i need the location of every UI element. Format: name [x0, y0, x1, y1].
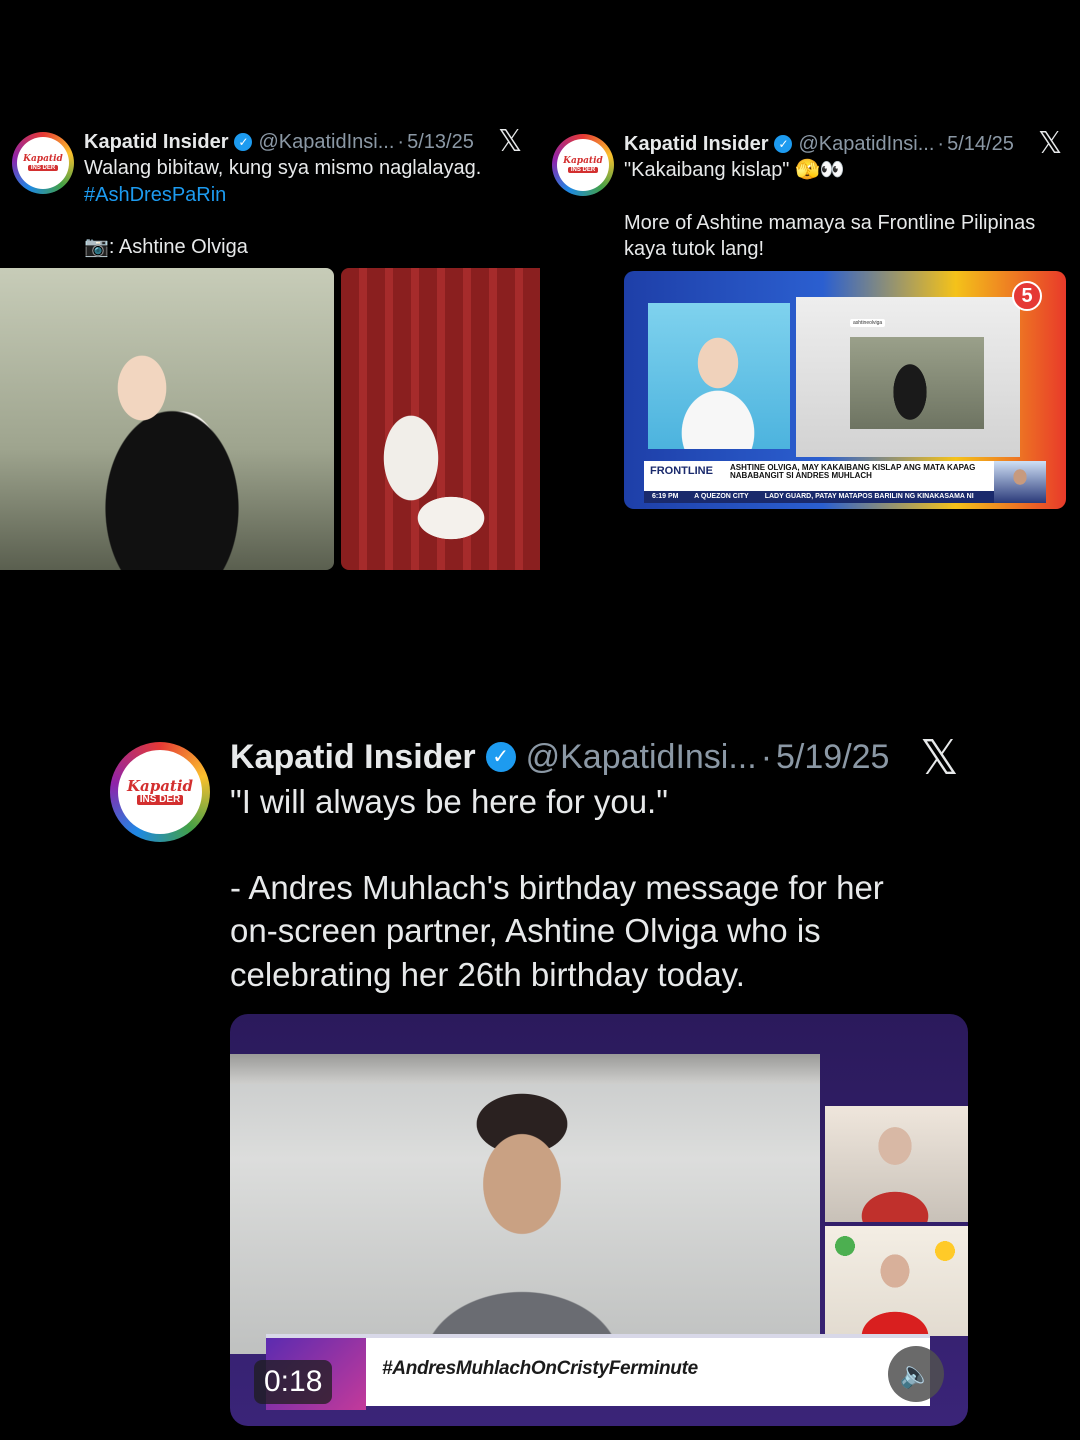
video-ceiling [230, 1054, 820, 1084]
news-headline: ASHTINE OLVIGA, MAY KAKAIBANG KISLAP ANG… [730, 463, 976, 481]
instagram-post-frame: ashtineolviga [796, 297, 1020, 457]
video-player[interactable]: #AndresMuhlachOnCristyFerminute 0:18 🔈 [230, 1014, 968, 1426]
author-name[interactable]: Kapatid Insider [84, 131, 228, 154]
ticker-item: LADY GUARD, PATAY MATAPOS BARILIN NG KIN… [764, 493, 974, 500]
channel-logo: 5 [1012, 281, 1042, 311]
tweet-date[interactable]: 5/19/25 [776, 738, 889, 777]
separator: · [760, 737, 773, 776]
instagram-handle: ashtineolviga [850, 319, 886, 327]
photo-1[interactable] [0, 268, 334, 570]
tweet-quote: "I will always be here for you." [230, 783, 668, 820]
video-main-feed [230, 1054, 820, 1354]
tweet-date[interactable]: 5/14/25 [947, 133, 1014, 156]
tweet-text: "I will always be here for you." - Andre… [230, 780, 1010, 996]
avatar[interactable]: Kapatid INS DER [12, 132, 74, 194]
separator: · [937, 132, 945, 155]
tweet-3[interactable]: Kapatid INS DER Kapatid Insider ✓ @Kapat… [0, 700, 1080, 1440]
video-side-feed-1 [825, 1106, 968, 1222]
video-timestamp: 0:18 [254, 1360, 333, 1404]
news-ticker: FRONTLINE ASHTINE OLVIGA, MAY KAKAIBANG … [644, 461, 1046, 503]
tweet-header: Kapatid Insider ✓ @KapatidInsi... · 5/13… [84, 128, 474, 156]
tweet-text-line: kaya tutok lang! [624, 238, 765, 261]
author-name[interactable]: Kapatid Insider [624, 133, 768, 156]
avatar[interactable]: Kapatid INS DER [110, 742, 210, 842]
anchor-thumbnail [994, 461, 1046, 503]
speaker-icon: 🔈 [899, 1358, 933, 1389]
tweet-text-line: "Kakaibang kislap" 🫣👀 [624, 159, 845, 181]
avatar-bottom-text: INS DER [136, 795, 184, 805]
tweet-date[interactable]: 5/13/25 [407, 131, 474, 154]
avatar-top-text: Kapatid [126, 777, 194, 795]
avatar-bottom-text: INS DER [567, 166, 599, 173]
photo-2[interactable] [341, 268, 540, 570]
ticker-bar: 6:19 PM A QUEZON CITY LADY GUARD, PATAY … [644, 491, 994, 503]
video-lower-third: #AndresMuhlachOnCristyFerminute [266, 1334, 930, 1410]
avatar-bottom-text: INS DER [27, 164, 59, 171]
author-name[interactable]: Kapatid Insider [230, 738, 476, 777]
ticker-item: A QUEZON CITY [694, 493, 749, 500]
photo-credit: 📷: Ashtine Olviga [84, 236, 248, 259]
verified-icon: ✓ [234, 133, 253, 151]
author-handle[interactable]: @KapatidInsi... [258, 131, 394, 154]
tweet-text-line: - Andres Muhlach's birthday message for … [230, 869, 884, 907]
tweet-text-line: on-screen partner, Ashtine Olviga who is [230, 912, 821, 950]
tv-screenshot[interactable]: ashtineolviga 5 FRONTLINE ASHTINE OLVIGA… [624, 271, 1066, 509]
x-logo-icon[interactable]: 𝕏 [498, 124, 522, 159]
tweet-header: Kapatid Insider ✓ @KapatidInsi... · 5/14… [624, 130, 1014, 158]
tweet-header: Kapatid Insider ✓ @KapatidInsi... · 5/19… [230, 736, 889, 778]
tweet-text: "Kakaibang kislap" 🫣👀 More of Ashtine ma… [624, 157, 1074, 263]
x-logo-icon[interactable]: 𝕏 [920, 730, 959, 786]
tweet-text-line: More of Ashtine mamaya sa Frontline Pili… [624, 211, 1036, 234]
author-handle[interactable]: @KapatidInsi... [526, 738, 757, 777]
tweet-text-line: Walang bibitaw, kung sya mismo naglalaya… [84, 157, 482, 179]
verified-icon: ✓ [485, 742, 516, 772]
show-name: FRONTLINE [650, 465, 713, 477]
instagram-photo [850, 337, 984, 429]
separator: · [397, 130, 405, 153]
video-side-feed-2 [825, 1226, 968, 1336]
avatar-top-text: Kapatid [23, 153, 63, 164]
verified-icon: ✓ [774, 135, 793, 153]
video-hashtag: #AndresMuhlachOnCristyFerminute [382, 1358, 698, 1379]
tweet-2[interactable]: Kapatid INS DER Kapatid Insider ✓ @Kapat… [540, 0, 1080, 580]
x-logo-icon[interactable]: 𝕏 [1038, 126, 1062, 161]
author-handle[interactable]: @KapatidInsi... [798, 133, 934, 156]
tweet-1[interactable]: Kapatid INS DER Kapatid Insider ✓ @Kapat… [0, 0, 540, 580]
avatar-top-text: Kapatid [563, 155, 603, 166]
interview-frame [648, 303, 790, 449]
hashtag-link[interactable]: #AshDresPaRin [84, 182, 534, 209]
ticker-time: 6:19 PM [652, 493, 679, 500]
tweet-text-line: celebrating her 26th birthday today. [230, 955, 745, 993]
avatar[interactable]: Kapatid INS DER [552, 134, 614, 196]
tweet-text: Walang bibitaw, kung sya mismo naglalaya… [84, 155, 534, 261]
mute-button[interactable]: 🔈 [888, 1346, 944, 1402]
